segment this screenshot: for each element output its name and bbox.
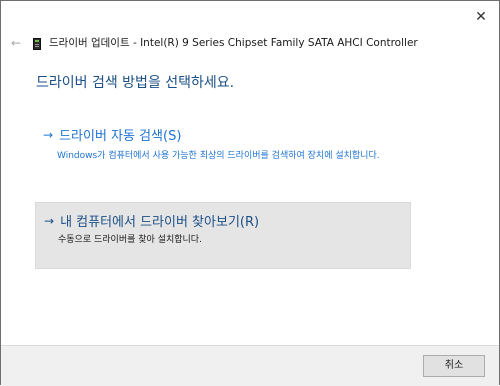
driver-update-window: ✕ ← 드라이버 업데이트 - Intel(R) 9 Series Chipse…: [0, 0, 500, 386]
auto-search-title: 드라이버 자동 검색(S): [59, 129, 182, 144]
browse-computer-option[interactable]: → 내 컴퓨터에서 드라이버 찾아보기(R) 수동으로 드라이버를 찾아 설치합…: [35, 202, 411, 269]
back-arrow-icon[interactable]: ←: [11, 33, 25, 53]
right-arrow-icon: →: [43, 127, 54, 142]
browse-computer-description: 수동으로 드라이버를 찾아 설치합니다.: [58, 235, 202, 245]
device-manager-icon: [33, 38, 41, 50]
auto-search-description: Windows가 컴퓨터에서 사용 가능한 최상의 드라이버를 검색하여 장치에…: [57, 151, 380, 161]
page-heading: 드라이버 검색 방법을 선택하세요.: [36, 75, 235, 91]
browse-computer-title: 내 컴퓨터에서 드라이버 찾아보기(R): [60, 215, 260, 230]
window-title: 드라이버 업데이트 - Intel(R) 9 Series Chipset Fa…: [49, 37, 418, 49]
dialog-footer: 취소: [1, 345, 499, 386]
auto-search-option[interactable]: → 드라이버 자동 검색(S) Windows가 컴퓨터에서 사용 가능한 최상…: [35, 121, 411, 179]
title-bar: ← 드라이버 업데이트 - Intel(R) 9 Series Chipset …: [1, 29, 499, 57]
right-arrow-icon: →: [44, 213, 55, 228]
cancel-button[interactable]: 취소: [423, 355, 485, 377]
close-icon[interactable]: ✕: [471, 7, 491, 27]
